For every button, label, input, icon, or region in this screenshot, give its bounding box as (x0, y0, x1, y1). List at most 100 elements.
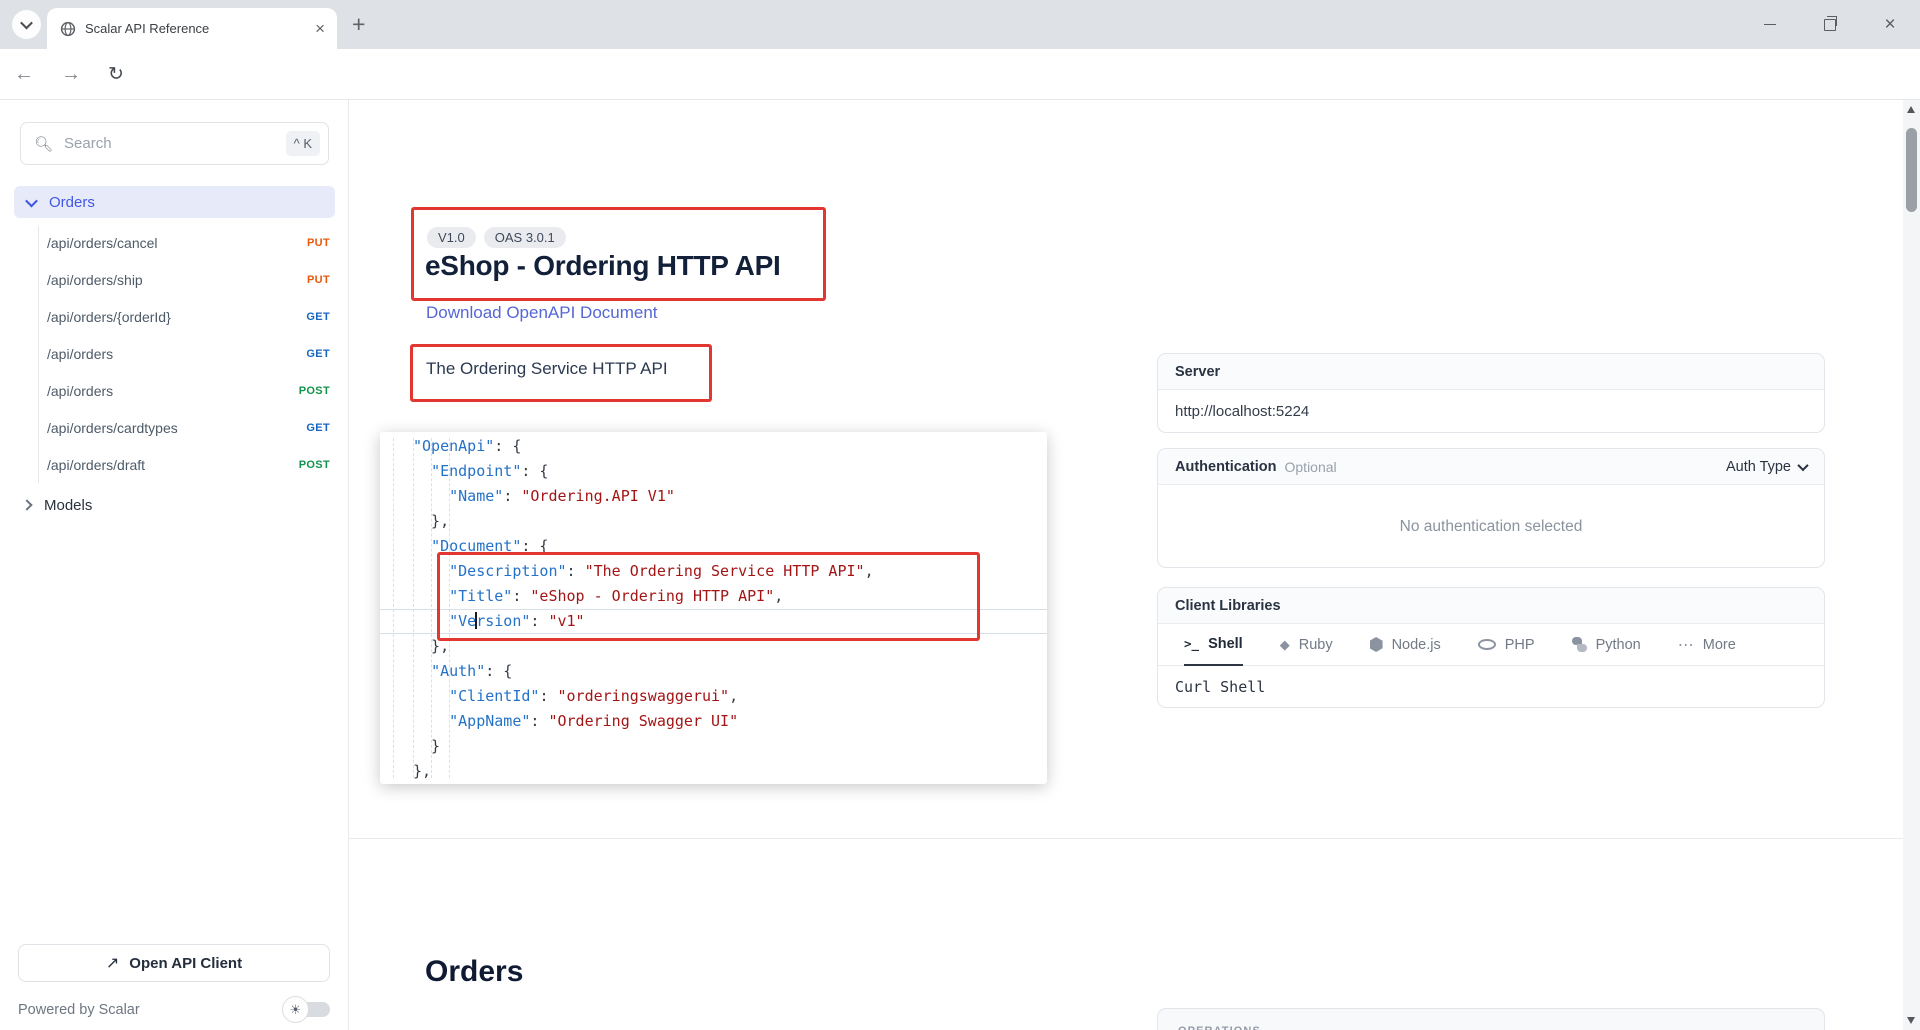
minimize-button[interactable] (1740, 24, 1800, 25)
scrollbar-thumb[interactable] (1906, 128, 1917, 212)
version-badge: V1.0 (427, 227, 476, 248)
terminal-icon (1184, 636, 1199, 651)
code-line: "Auth": { (413, 659, 1047, 684)
json-punctuation (413, 537, 431, 555)
search-icon: 🔍︎ (34, 135, 54, 153)
download-openapi-link[interactable]: Download OpenAPI Document (426, 303, 658, 323)
dots-icon (1678, 635, 1694, 655)
json-punctuation (413, 587, 449, 605)
chevron-right-icon (21, 499, 33, 511)
method-badge: POST (298, 384, 330, 397)
sidebar-endpoint[interactable]: /api/orders/ship PUT (0, 261, 349, 298)
operations-card: OPERATIONS (1157, 1008, 1825, 1030)
search-shortcut-badge: ^ K (285, 131, 320, 156)
code-editor[interactable]: "OpenApi": { "Endpoint": { "Name": "Orde… (380, 432, 1047, 784)
json-string: "v1" (548, 612, 585, 630)
search-input[interactable]: 🔍︎ Search ^ K (20, 122, 329, 165)
library-tab-nodejs[interactable]: Node.js (1369, 624, 1441, 666)
json-key: "Ve (449, 612, 477, 630)
scroll-down-arrow[interactable] (1907, 1017, 1915, 1024)
library-tab-shell[interactable]: Shell (1184, 624, 1243, 666)
method-badge: GET (306, 310, 330, 323)
chevron-down-icon (1797, 459, 1809, 471)
json-punctuation: }, (413, 762, 432, 780)
theme-toggle[interactable]: ☀ (282, 996, 330, 1023)
server-url[interactable]: http://localhost:5224 (1158, 390, 1824, 432)
chevron-down-icon (25, 194, 38, 207)
json-key: "AppName" (449, 712, 531, 730)
indent-guide (393, 438, 394, 778)
chevron-down-icon (20, 16, 33, 30)
close-button[interactable]: × (1860, 15, 1920, 34)
tab-title: Scalar API Reference (85, 21, 210, 36)
json-punctuation: : { (521, 537, 549, 555)
php-icon (1477, 639, 1496, 650)
json-string: "orderingswaggerui" (557, 687, 730, 705)
code-line: "AppName": "Ordering Swagger UI" (413, 709, 1047, 734)
endpoint-path: /api/orders/{orderId} (47, 308, 171, 325)
sun-icon: ☀ (282, 996, 309, 1023)
forward-icon[interactable]: → (61, 63, 81, 86)
scroll-up-arrow[interactable] (1907, 106, 1915, 113)
library-tab-label: Shell (1208, 635, 1243, 652)
section-divider (349, 838, 1903, 839)
code-line: "Document": { (413, 534, 1047, 559)
json-key: "ClientId" (449, 687, 540, 705)
library-tab-python[interactable]: Python (1571, 624, 1641, 666)
oas-badge: OAS 3.0.1 (483, 227, 566, 248)
back-icon[interactable]: ← (14, 63, 34, 86)
optional-label: Optional (1284, 458, 1337, 475)
json-key: "Document" (431, 537, 522, 555)
json-punctuation: , (774, 587, 784, 605)
auth-empty-message: No authentication selected (1399, 517, 1583, 535)
json-key: rsion" (476, 612, 531, 630)
library-tab-php[interactable]: PHP (1477, 624, 1535, 666)
sidebar-endpoint[interactable]: /api/orders/draft POST (0, 446, 349, 483)
api-title: eShop - Ordering HTTP API (425, 250, 781, 281)
globe-icon (60, 21, 76, 36)
client-libraries-header: Client Libraries (1158, 588, 1824, 624)
sidebar-endpoint[interactable]: /api/orders POST (0, 372, 349, 409)
page-scrollbar[interactable] (1903, 100, 1920, 1030)
ruby-icon (1280, 637, 1290, 653)
endpoint-path: /api/orders/draft (47, 456, 146, 473)
reload-icon[interactable]: ↻ (108, 63, 124, 86)
json-punctuation: : (512, 587, 531, 605)
method-badge: GET (306, 421, 330, 434)
auth-type-dropdown[interactable]: Auth Type (1726, 459, 1809, 475)
code-line: "Description": "The Ordering Service HTT… (413, 559, 1047, 584)
json-key: "Auth" (431, 662, 486, 680)
sidebar-section-label: Orders (49, 193, 95, 211)
json-punctuation: : { (521, 462, 549, 480)
tab-search-button[interactable] (12, 10, 41, 39)
json-punctuation: : (530, 712, 549, 730)
code-line: }, (413, 509, 1047, 534)
sidebar: 🔍︎ Search ^ K Orders /api/orders/cancel P… (0, 100, 349, 1030)
sidebar-section-orders[interactable]: Orders (14, 186, 335, 218)
library-tab-more[interactable]: More (1678, 624, 1736, 666)
json-key: "OpenApi" (413, 437, 495, 455)
json-key: "Title" (449, 587, 513, 605)
code-line: } (413, 734, 1047, 759)
open-api-client-button[interactable]: ↗ Open API Client (18, 944, 330, 982)
main-content: V1.0 OAS 3.0.1 eShop - Ordering HTTP API… (349, 100, 1903, 1030)
sidebar-endpoint[interactable]: /api/orders/{orderId} GET (0, 298, 349, 335)
client-libraries-card: Client Libraries Shell Ruby Node.js PHP Pyth… (1157, 587, 1825, 708)
sidebar-endpoint[interactable]: /api/orders/cardtypes GET (0, 409, 349, 446)
tab-close-icon[interactable]: × (313, 20, 327, 37)
endpoint-path: /api/orders/cardtypes (47, 419, 178, 436)
sidebar-section-models[interactable]: Models (14, 490, 335, 520)
version-badges: V1.0 OAS 3.0.1 (427, 227, 566, 248)
sidebar-endpoint[interactable]: /api/orders/cancel PUT (0, 224, 349, 261)
maximize-button[interactable] (1800, 15, 1860, 31)
api-description: The Ordering Service HTTP API (426, 359, 668, 378)
json-punctuation: }, (413, 637, 450, 655)
browser-tab[interactable]: Scalar API Reference × (47, 8, 337, 49)
sidebar-endpoint[interactable]: /api/orders GET (0, 335, 349, 372)
code-lines: "OpenApi": { "Endpoint": { "Name": "Orde… (413, 434, 1047, 784)
code-line: }, (413, 759, 1047, 784)
new-tab-button[interactable]: + (352, 11, 365, 38)
library-tab-ruby[interactable]: Ruby (1280, 624, 1333, 666)
json-punctuation (413, 487, 449, 505)
library-tab-label: More (1702, 636, 1736, 653)
